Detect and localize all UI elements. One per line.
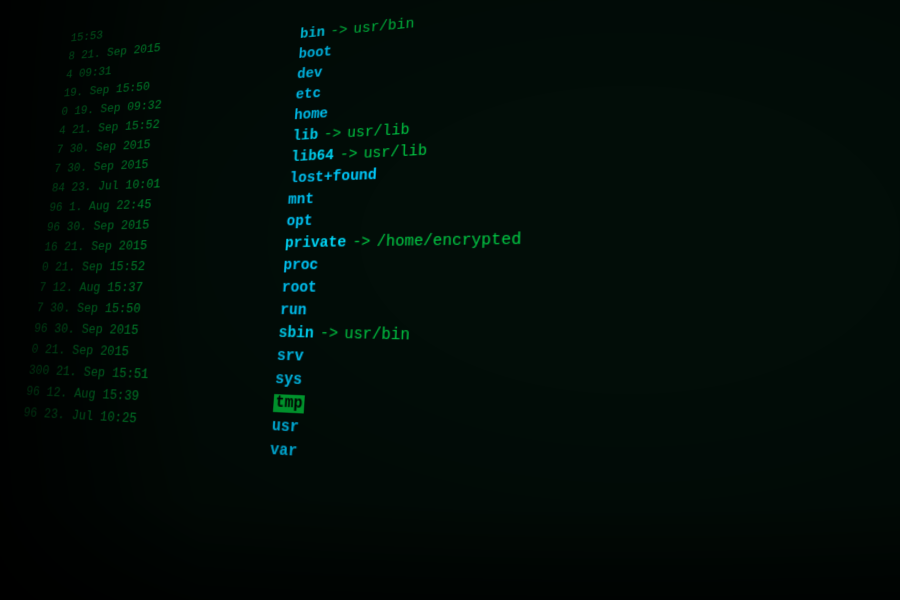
tmp-highlight: tmp bbox=[273, 394, 305, 413]
line-info: 16 21. Sep 2015 bbox=[43, 234, 286, 257]
symlink-arrow: -> bbox=[339, 144, 358, 166]
line-info: 7 30. Sep 15:50 bbox=[35, 299, 280, 322]
line-filename: proc bbox=[283, 255, 319, 278]
symlink-arrow: -> bbox=[323, 124, 342, 146]
terminal-inner: 15:538 21. Sep 2015bin->usr/bin4 09:31bo… bbox=[0, 0, 900, 600]
line-filename: home bbox=[293, 104, 328, 127]
symlink-arrow: -> bbox=[352, 232, 371, 255]
line-filename: srv bbox=[276, 345, 304, 369]
line-info: 0 21. Sep 15:52 bbox=[41, 256, 284, 277]
line-filename: etc bbox=[295, 84, 322, 106]
line-filename: bin bbox=[299, 23, 325, 45]
line-filename: boot bbox=[298, 42, 333, 65]
line-filename: sys bbox=[274, 368, 302, 392]
line-filename: lib bbox=[292, 125, 319, 147]
line-filename: sbin bbox=[278, 322, 315, 346]
line-filename: mnt bbox=[287, 189, 314, 211]
line-filename: usr bbox=[271, 415, 299, 440]
line-filename: tmp bbox=[273, 392, 305, 417]
line-filename: private bbox=[284, 232, 347, 255]
line-filename: dev bbox=[296, 63, 322, 85]
terminal-window: 15:538 21. Sep 2015bin->usr/bin4 09:31bo… bbox=[0, 0, 900, 600]
line-info: 7 12. Aug 15:37 bbox=[38, 279, 282, 300]
line-filename: opt bbox=[286, 211, 313, 233]
line-filename: lost+found bbox=[289, 165, 377, 190]
symlink-arrow: -> bbox=[330, 21, 348, 43]
symlink-arrow: -> bbox=[319, 323, 338, 347]
terminal-content: 15:538 21. Sep 2015bin->usr/bin4 09:31bo… bbox=[2, 0, 900, 532]
line-filename: root bbox=[281, 277, 317, 300]
symlink-target: /home/encrypted bbox=[376, 229, 521, 254]
symlink-target: usr/bin bbox=[344, 323, 411, 348]
line-filename: var bbox=[269, 439, 298, 465]
line-filename: run bbox=[279, 300, 307, 323]
line-filename: lib64 bbox=[290, 145, 334, 168]
symlink-target: usr/lib bbox=[363, 141, 428, 166]
line-info bbox=[20, 438, 269, 454]
